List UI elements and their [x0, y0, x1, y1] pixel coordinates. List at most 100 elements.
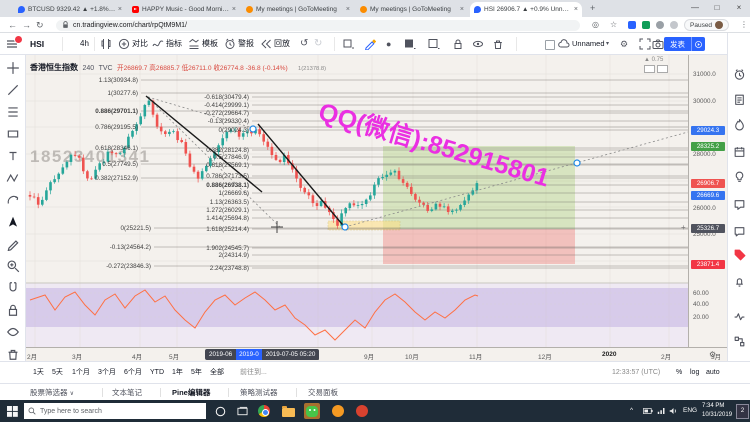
templates-icon[interactable] — [188, 38, 200, 50]
browser-menu-icon[interactable]: ⋮ — [740, 20, 748, 29]
reload-icon[interactable]: ↻ — [36, 18, 44, 32]
redo-icon[interactable]: ↻ — [314, 33, 322, 55]
magnet-icon[interactable] — [6, 281, 20, 295]
alert-plus-icon[interactable]: + — [681, 223, 686, 232]
snapshot-camera-icon[interactable] — [652, 38, 664, 50]
range-button[interactable]: 1天 — [33, 362, 44, 384]
range-button[interactable]: 1个月 — [72, 362, 90, 384]
chrome-taskbar-icon[interactable] — [256, 403, 272, 419]
app-taskbar-icon-red[interactable] — [354, 403, 370, 419]
task-list-icon[interactable] — [733, 93, 746, 106]
tab-close-icon[interactable]: × — [346, 6, 350, 13]
forward-icon[interactable]: → — [22, 18, 31, 32]
remove-drawings-trash-icon[interactable] — [492, 38, 504, 50]
pane-maximize-button[interactable] — [657, 65, 668, 73]
hide-all-icon[interactable] — [6, 325, 20, 339]
draw-pencil-icon[interactable] — [364, 38, 376, 50]
hide-drawings-eye-icon[interactable] — [472, 38, 484, 50]
url-omnibox[interactable]: cn.tradingview.com/chart/rpQtM9M1/ — [56, 20, 580, 31]
pane-collapse-button[interactable] — [644, 65, 655, 73]
range-button[interactable]: 3个月 — [98, 362, 116, 384]
percent-scale-button[interactable]: % — [676, 362, 682, 384]
range-button[interactable]: 全部 — [210, 362, 224, 384]
tab-close-icon[interactable]: × — [460, 6, 464, 13]
sync-paused-pill[interactable]: Paused — [684, 19, 729, 31]
clock-utc[interactable]: 12:33:57 (UTC) — [612, 362, 660, 384]
legend-symbol[interactable]: 香港恒生指数 — [30, 63, 78, 72]
network-icon[interactable] — [657, 407, 666, 415]
sync-checkbox[interactable] — [545, 40, 555, 50]
compare-button[interactable]: 对比 — [132, 33, 148, 55]
promo-tag-icon[interactable] — [733, 248, 746, 261]
remove-all-icon[interactable] — [6, 347, 20, 361]
panes-dropdown-icon[interactable] — [404, 38, 416, 50]
layout-dropdown-icon[interactable] — [428, 38, 440, 50]
browser-tab-hsi-active[interactable]: HSI 26906.7 ▲ +0.9% Unnamed × — [470, 2, 582, 17]
layout-name-button[interactable]: Unnamed — [572, 33, 605, 55]
new-tab-button[interactable]: + — [590, 3, 595, 13]
file-explorer-taskbar-icon[interactable] — [280, 403, 296, 419]
time-axis[interactable]: ⚙ 2月3月4月5月8月9月10月11月12月20202月3月 2019-06 … — [26, 347, 727, 361]
calendar-icon[interactable] — [733, 145, 746, 158]
layout-caret-icon[interactable]: ▾ — [606, 33, 609, 55]
templates-button[interactable]: 模板 — [202, 33, 218, 55]
xabcd-pattern-icon[interactable] — [6, 171, 20, 185]
chat-public-icon[interactable] — [733, 198, 746, 211]
market-pulse-icon[interactable] — [733, 310, 746, 323]
alarm-clock-icon[interactable] — [733, 68, 746, 81]
tab-close-icon[interactable]: × — [574, 6, 578, 13]
price-axis[interactable]: 31000.030000.028000.026000.025000.060.00… — [688, 55, 727, 347]
cortana-button[interactable] — [212, 403, 228, 419]
goto-date-button[interactable]: 前往到... — [240, 362, 267, 384]
window-minimize-button[interactable]: — — [686, 0, 704, 16]
tab-close-icon[interactable]: × — [118, 6, 122, 13]
extension-icon-1[interactable] — [628, 21, 636, 29]
browser-tab-gotomeeting-2[interactable]: My meetings | GoToMeeting × — [356, 2, 468, 17]
wechat-taskbar-icon-active[interactable] — [304, 403, 320, 419]
chat-private-icon[interactable] — [733, 225, 746, 238]
chart-settings-gear-icon[interactable]: ⚙ — [620, 33, 628, 55]
compare-plus-icon[interactable] — [118, 38, 130, 50]
battery-icon[interactable] — [643, 407, 653, 415]
range-button[interactable]: 1年 — [172, 362, 183, 384]
fullscreen-icon[interactable] — [639, 38, 651, 50]
window-maximize-button[interactable]: □ — [708, 0, 726, 16]
notification-center-badge[interactable]: 2 — [736, 404, 749, 419]
lock-all-icon[interactable] — [6, 303, 20, 317]
browser-tab-btcusd[interactable]: BTCUSD 9329.42 ▲ +1.8% Unn... × — [14, 2, 126, 17]
brush-icon[interactable] — [6, 237, 20, 251]
tab-text-notes[interactable]: 文本笔记 — [112, 384, 142, 401]
browser-tab-youtube[interactable]: HAPPY Music - Good Morning | × — [128, 2, 240, 17]
tab-trading-panel[interactable]: 交易面板 — [308, 384, 338, 401]
browser-tab-gotomeeting-1[interactable]: My meetings | GoToMeeting × — [242, 2, 354, 17]
site-info-icon[interactable]: ◎ — [592, 20, 599, 29]
symbol-search-button[interactable]: HSI — [30, 33, 44, 55]
dot-color-icon[interactable]: ● — [386, 33, 391, 55]
range-button[interactable]: 6个月 — [124, 362, 142, 384]
undo-icon[interactable]: ↺ — [300, 33, 308, 55]
tray-time[interactable]: 7:34 PM — [702, 403, 724, 409]
chart-legend[interactable]: 香港恒生指数 240 TVC 开26869.7 高26885.7 低26711.… — [30, 57, 288, 75]
tray-chevron-icon[interactable]: ^ — [630, 407, 633, 414]
publish-button[interactable]: 发表 — [664, 37, 705, 51]
bookmark-star-icon[interactable]: ☆ — [610, 20, 617, 29]
shapes-icon[interactable] — [6, 127, 20, 141]
log-scale-button[interactable]: log — [690, 362, 699, 384]
range-button[interactable]: 5年 — [191, 362, 202, 384]
cloud-save-icon[interactable] — [558, 38, 570, 50]
tab-close-icon[interactable]: × — [232, 6, 236, 13]
replay-icon[interactable] — [260, 38, 272, 50]
fib-retracement-icon[interactable] — [6, 105, 20, 119]
interval-button[interactable]: 4h — [80, 33, 89, 55]
extension-icon-3[interactable] — [656, 21, 664, 29]
object-tree-icon[interactable] — [733, 335, 746, 348]
style-dropdown-icon[interactable] — [343, 38, 355, 50]
text-icon[interactable] — [6, 149, 20, 163]
taskbar-search-input[interactable]: Type here to search — [24, 403, 206, 419]
notifications-bell-icon[interactable] — [733, 275, 746, 288]
indicators-button[interactable]: 指标 — [166, 33, 182, 55]
tab-strategy-tester[interactable]: 策略测试器 — [240, 384, 278, 401]
task-view-button[interactable] — [234, 403, 250, 419]
indicators-icon[interactable] — [152, 38, 164, 50]
range-button[interactable]: YTD — [150, 362, 164, 384]
